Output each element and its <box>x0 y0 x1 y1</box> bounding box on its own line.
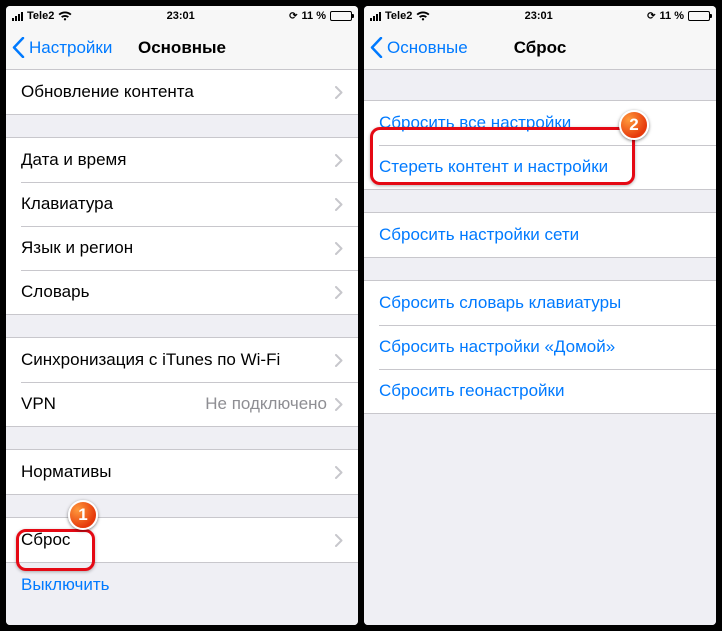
cell-content-update[interactable]: Обновление контента <box>6 70 358 114</box>
status-bar: Tele2 23:01 ⟳ 11 % <box>364 6 716 26</box>
cell-reset-home[interactable]: Сбросить настройки «Домой» <box>364 325 716 369</box>
battery-pct-label: 11 % <box>660 10 684 22</box>
back-button[interactable]: Настройки <box>6 37 112 58</box>
screenshot-canvas: Tele2 23:01 ⟳ 11 % Настройки Основные <box>0 0 722 631</box>
chevron-right-icon <box>335 466 343 479</box>
cell-itunes-wifi[interactable]: Синхронизация с iTunes по Wi-Fi <box>6 338 358 382</box>
cell-keyboard[interactable]: Клавиатура <box>6 182 358 226</box>
cell-label: Стереть контент и настройки <box>379 157 608 177</box>
signal-icon <box>12 11 23 21</box>
cell-label: Синхронизация с iTunes по Wi-Fi <box>21 350 280 370</box>
back-button[interactable]: Основные <box>364 37 468 58</box>
cell-dictionary[interactable]: Словарь <box>6 270 358 314</box>
shutdown-label: Выключить <box>21 575 109 594</box>
cell-label: Дата и время <box>21 150 126 170</box>
cell-label: Клавиатура <box>21 194 113 214</box>
chevron-right-icon <box>335 86 343 99</box>
signal-icon <box>370 11 381 21</box>
back-label: Основные <box>387 38 468 58</box>
status-bar: Tele2 23:01 ⟳ 11 % <box>6 6 358 26</box>
chevron-right-icon <box>335 286 343 299</box>
nav-bar: Основные Сброс <box>364 26 716 70</box>
cell-label: Словарь <box>21 282 89 302</box>
wifi-icon <box>58 11 72 21</box>
cell-label: Сбросить настройки сети <box>379 225 579 245</box>
wifi-icon <box>416 11 430 21</box>
cell-label: Нормативы <box>21 462 112 482</box>
phone-left: Tele2 23:01 ⟳ 11 % Настройки Основные <box>6 6 358 625</box>
orientation-lock-icon: ⟳ <box>289 11 297 22</box>
chevron-right-icon <box>335 198 343 211</box>
cell-regulatory[interactable]: Нормативы <box>6 450 358 494</box>
back-label: Настройки <box>29 38 112 58</box>
chevron-left-icon <box>370 37 383 58</box>
clock-label: 23:01 <box>167 10 195 22</box>
cell-reset-all[interactable]: Сбросить все настройки <box>364 101 716 145</box>
reset-list[interactable]: Сбросить все настройки Стереть контент и… <box>364 70 716 625</box>
chevron-right-icon <box>335 242 343 255</box>
cell-vpn[interactable]: VPN Не подключено <box>6 382 358 426</box>
battery-icon <box>688 11 710 21</box>
cell-date-time[interactable]: Дата и время <box>6 138 358 182</box>
cell-label: VPN <box>21 394 56 414</box>
cell-label: Сбросить настройки «Домой» <box>379 337 615 357</box>
chevron-right-icon <box>335 398 343 411</box>
carrier-label: Tele2 <box>27 10 54 22</box>
chevron-left-icon <box>12 37 25 58</box>
cell-reset[interactable]: Сброс <box>6 518 358 562</box>
nav-bar: Настройки Основные <box>6 26 358 70</box>
chevron-right-icon <box>335 354 343 367</box>
chevron-right-icon <box>335 534 343 547</box>
shutdown-button[interactable]: Выключить <box>6 563 358 607</box>
phone-right: Tele2 23:01 ⟳ 11 % Основные Сброс <box>364 6 716 625</box>
carrier-label: Tele2 <box>385 10 412 22</box>
cell-reset-network[interactable]: Сбросить настройки сети <box>364 213 716 257</box>
cell-label: Сбросить словарь клавиатуры <box>379 293 621 313</box>
cell-reset-location[interactable]: Сбросить геонастройки <box>364 369 716 413</box>
cell-lang-region[interactable]: Язык и регион <box>6 226 358 270</box>
battery-pct-label: 11 % <box>302 10 326 22</box>
cell-label: Обновление контента <box>21 82 194 102</box>
settings-list[interactable]: Обновление контента Дата и время Клавиат… <box>6 70 358 625</box>
cell-label: Сбросить геонастройки <box>379 381 565 401</box>
cell-erase-all[interactable]: Стереть контент и настройки <box>364 145 716 189</box>
battery-icon <box>330 11 352 21</box>
clock-label: 23:01 <box>525 10 553 22</box>
orientation-lock-icon: ⟳ <box>647 11 655 22</box>
chevron-right-icon <box>335 154 343 167</box>
cell-reset-keyboard[interactable]: Сбросить словарь клавиатуры <box>364 281 716 325</box>
cell-label: Язык и регион <box>21 238 133 258</box>
cell-label: Сброс <box>21 530 70 550</box>
cell-detail: Не подключено <box>205 394 327 414</box>
cell-label: Сбросить все настройки <box>379 113 571 133</box>
